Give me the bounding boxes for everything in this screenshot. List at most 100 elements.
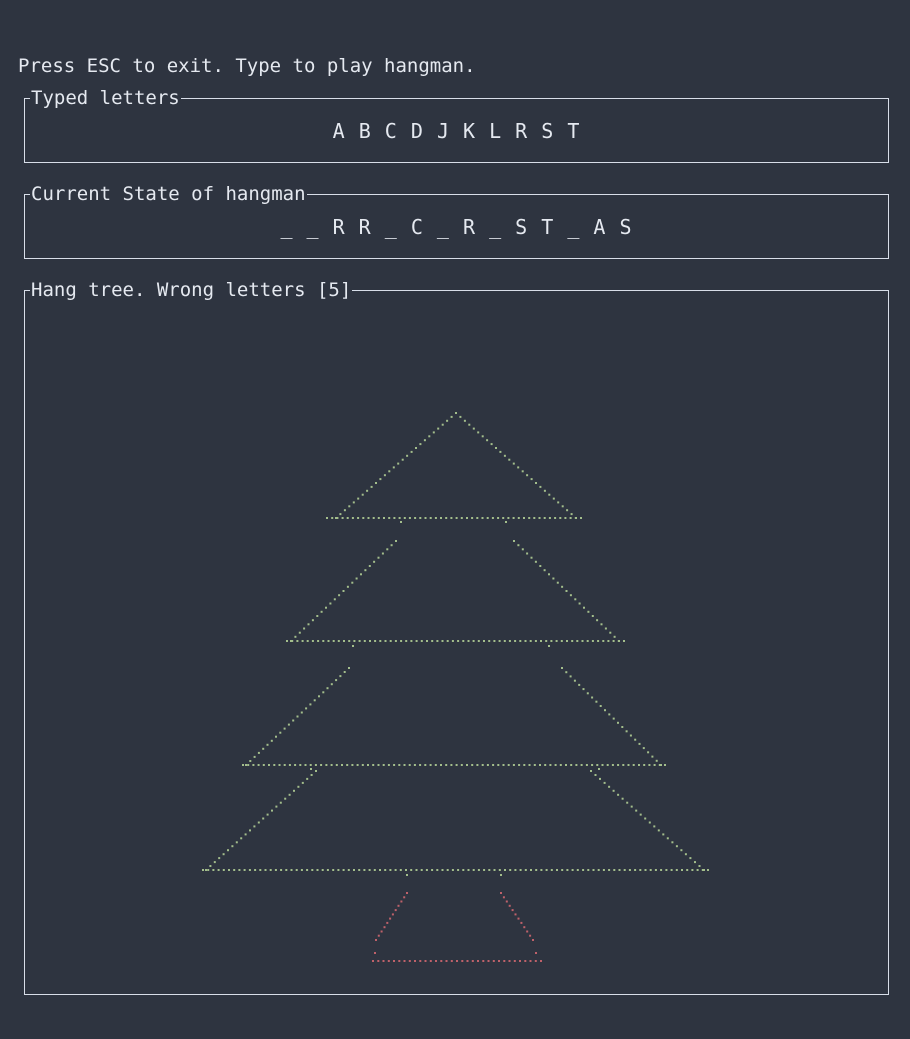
tree-branch-dot xyxy=(414,517,417,519)
tree-branch-dot xyxy=(548,517,551,519)
tree-branch-dot xyxy=(518,764,521,766)
tree-branch-dot xyxy=(643,764,646,766)
tree-edge-dot xyxy=(262,747,265,750)
tree-branch-dot xyxy=(472,869,475,871)
hangman-state-panel: Current State of hangman _ _ R R _ C _ R… xyxy=(24,182,889,259)
tree-branch-dot xyxy=(571,869,574,871)
tree-edge-dot xyxy=(552,577,555,580)
tree-branch-dot xyxy=(523,764,526,766)
tree-branch-dot xyxy=(353,869,355,871)
tree-branch-dot xyxy=(394,869,397,871)
tree-edge-dot xyxy=(603,781,606,784)
tree-branch-dot xyxy=(348,640,351,642)
tree-edge-dot xyxy=(595,700,598,703)
tree-branch-dot xyxy=(317,640,320,642)
tree-edge-dot xyxy=(283,727,286,730)
tree-edge-dot xyxy=(292,719,295,722)
tree-branch-dot xyxy=(326,517,328,519)
tree-branch-dot xyxy=(524,640,527,642)
trunk-dot xyxy=(380,930,383,933)
tree-branch-dot xyxy=(566,869,569,871)
trunk-dot xyxy=(400,900,403,903)
trunk-dot xyxy=(377,960,380,962)
tree-branch-dot xyxy=(514,640,517,642)
tree-branch-dot xyxy=(587,869,590,871)
trunk-dot xyxy=(414,960,416,962)
trunk-dot xyxy=(424,960,427,962)
tree-branch-dot xyxy=(462,640,465,642)
tree-branch-dot xyxy=(450,764,453,766)
tree-edge-dot xyxy=(266,813,269,816)
tree-joint-dot xyxy=(352,645,354,647)
tree-edge-dot xyxy=(348,505,351,508)
tree-edge-dot xyxy=(486,439,489,442)
tree-branch-dot xyxy=(528,764,531,766)
tree-joint-dot xyxy=(505,521,507,523)
tree-branch-dot xyxy=(559,764,562,766)
tree-branch-dot xyxy=(311,640,314,642)
tree-branch-dot xyxy=(528,517,531,519)
tree-edge-dot xyxy=(651,755,654,758)
tree-edge-dot xyxy=(561,585,564,588)
tree-edge-dot xyxy=(343,671,346,673)
tree-branch-dot xyxy=(252,764,255,766)
tree-edge-dot xyxy=(383,474,386,477)
tree-branch-dot xyxy=(273,764,276,766)
tree-branch-dot xyxy=(608,869,611,871)
tree-branch-dot xyxy=(314,764,317,766)
tree-branch-dot xyxy=(498,869,501,871)
tree-branch-dot xyxy=(426,640,428,642)
tree-edge-dot xyxy=(310,774,313,776)
tree-edge-dot xyxy=(539,565,542,567)
trunk-dot xyxy=(374,952,376,954)
tree-branch-dot xyxy=(476,517,479,519)
tree-edge-dot xyxy=(279,801,282,804)
tree-branch-dot xyxy=(419,517,422,519)
tree-edge-dot xyxy=(428,435,431,438)
tree-edge-dot xyxy=(419,443,422,446)
tree-edge-dot xyxy=(373,560,376,563)
tree-branch-dot xyxy=(212,869,215,871)
tree-branch-dot xyxy=(675,869,678,871)
tree-edge-dot xyxy=(333,598,336,601)
tree-branch-dot xyxy=(372,517,375,519)
tree-branch-dot xyxy=(434,517,437,519)
tree-branch-dot xyxy=(393,517,396,519)
tree-branch-dot xyxy=(383,517,385,519)
tree-edge-dot xyxy=(437,427,440,430)
tree-edge-dot xyxy=(313,699,316,702)
tree-branch-dot xyxy=(654,869,657,871)
tree-edge-dot xyxy=(296,715,299,718)
tree-edge-dot xyxy=(495,447,497,449)
tree-edge-dot xyxy=(275,735,277,738)
tree-branch-dot xyxy=(691,869,694,871)
trunk-dot xyxy=(386,921,389,924)
tree-branch-dot xyxy=(207,869,210,871)
tree-edge-dot xyxy=(526,474,529,477)
tree-branch-dot xyxy=(286,640,288,642)
tree-branch-dot xyxy=(471,764,474,766)
tree-branch-dot xyxy=(455,764,458,766)
tree-branch-dot xyxy=(379,640,382,642)
tree-branch-dot xyxy=(649,869,652,871)
tree-edge-dot xyxy=(270,739,273,742)
tree-edge-dot xyxy=(357,497,360,500)
tree-edge-dot xyxy=(227,849,229,852)
tree-edge-dot xyxy=(530,478,533,481)
tree-branch-dot xyxy=(374,640,377,642)
tree-branch-dot xyxy=(393,764,396,766)
tree-edge-dot xyxy=(604,709,606,712)
tree-branch-dot xyxy=(353,640,356,642)
tree-edge-dot xyxy=(552,497,555,500)
tree-branch-dot xyxy=(665,869,668,871)
trunk-dot xyxy=(471,960,474,962)
tree-edge-dot xyxy=(490,443,493,446)
tree-branch-dot xyxy=(580,517,582,519)
trunk-dot xyxy=(445,960,448,962)
tree-edge-dot xyxy=(578,683,581,686)
tree-edge-dot xyxy=(508,458,511,461)
tree-branch-dot xyxy=(481,764,484,766)
tree-branch-dot xyxy=(415,640,418,642)
tree-branch-dot xyxy=(601,764,604,766)
tree-branch-dot xyxy=(602,640,605,642)
